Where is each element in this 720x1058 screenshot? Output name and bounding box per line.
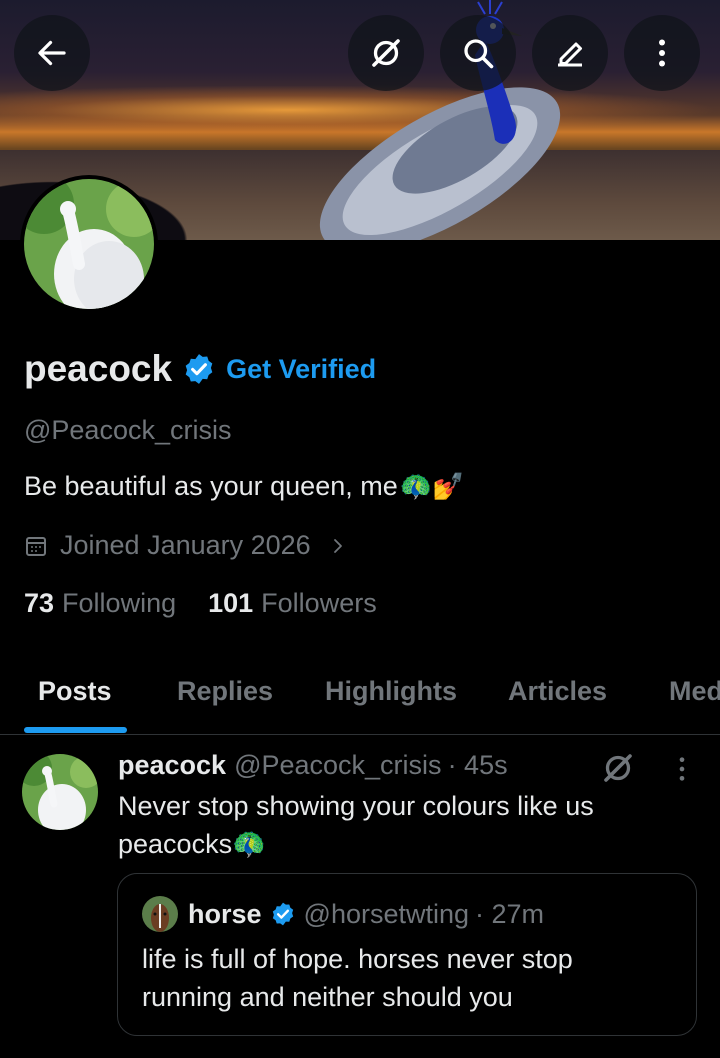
avatar-image [24, 179, 154, 309]
horse-avatar-image [142, 896, 178, 932]
more-vertical-icon [659, 39, 665, 67]
arrow-left-icon [38, 40, 66, 66]
quoted-post-text: life is full of hope. horses never stop … [142, 944, 573, 1012]
profile-bio: Be beautiful as your queen, me 🦚💅 [24, 471, 465, 502]
post-header: peacock @Peacock_crisis · 45s [118, 750, 508, 781]
tabs-divider [0, 734, 720, 735]
following-count: 73 [24, 588, 55, 618]
tab-media[interactable]: Media [669, 676, 720, 707]
verified-badge-icon[interactable] [182, 352, 216, 386]
pencil-icon [558, 42, 582, 67]
post-timestamp[interactable]: · 45s [448, 750, 508, 781]
quoted-post-header: horse @horsetwting · 27m [142, 896, 544, 932]
verified-badge-icon [272, 902, 293, 926]
tab-replies[interactable]: Replies [177, 676, 273, 707]
post-author-avatar[interactable] [22, 754, 98, 830]
following-link[interactable]: 73 Following [24, 588, 176, 619]
quoted-author-name: horse [188, 898, 262, 929]
quoted-author-avatar [142, 896, 178, 932]
search-button[interactable] [440, 15, 516, 91]
calendar-icon [26, 536, 46, 556]
bio-text: Be beautiful as your queen, me [24, 471, 398, 501]
followers-link[interactable]: 101 Followers [208, 588, 377, 619]
active-tab-indicator [24, 727, 127, 733]
quoted-author-handle: @horsetwting [303, 898, 470, 929]
following-label: Following [62, 588, 177, 618]
profile-display-name: peacock [24, 348, 173, 389]
tab-articles[interactable]: Articles [508, 676, 607, 707]
post-author-name[interactable]: peacock [118, 750, 226, 781]
followers-label: Followers [261, 588, 377, 618]
quoted-post[interactable]: horse @horsetwting · 27m life is full of… [117, 873, 697, 1036]
joined-text: Joined January 2026 [60, 530, 311, 560]
chevron-right-icon [333, 538, 342, 553]
grok-icon[interactable] [600, 750, 636, 786]
post-more-icon[interactable] [668, 752, 696, 786]
profile-avatar[interactable] [20, 175, 158, 313]
profile-handle: @Peacock_crisis [24, 415, 232, 445]
followers-count: 101 [208, 588, 254, 618]
quoted-timestamp: · 27m [475, 898, 545, 929]
post-author-handle[interactable]: @Peacock_crisis [234, 750, 441, 781]
follow-stats: 73 Following 101 Followers [24, 588, 409, 619]
grok-icon [372, 39, 400, 67]
profile-name-row: peacock Get Verified [24, 348, 376, 390]
joined-date-row[interactable]: Joined January 2026 [24, 530, 347, 561]
back-button[interactable] [14, 15, 90, 91]
search-icon [464, 39, 494, 69]
get-verified-link[interactable]: Get Verified [226, 354, 376, 385]
bio-emoji: 🦚💅 [399, 471, 465, 501]
grok-button[interactable] [348, 15, 424, 91]
post-text: Never stop showing your colours like us … [118, 791, 594, 859]
tab-posts[interactable]: Posts [38, 676, 112, 707]
edit-button[interactable] [532, 15, 608, 91]
post-avatar-image [22, 754, 98, 830]
tab-highlights[interactable]: Highlights [325, 676, 457, 707]
profile-tabs: Posts Replies Highlights Articles Media [0, 660, 720, 734]
more-button[interactable] [624, 15, 700, 91]
